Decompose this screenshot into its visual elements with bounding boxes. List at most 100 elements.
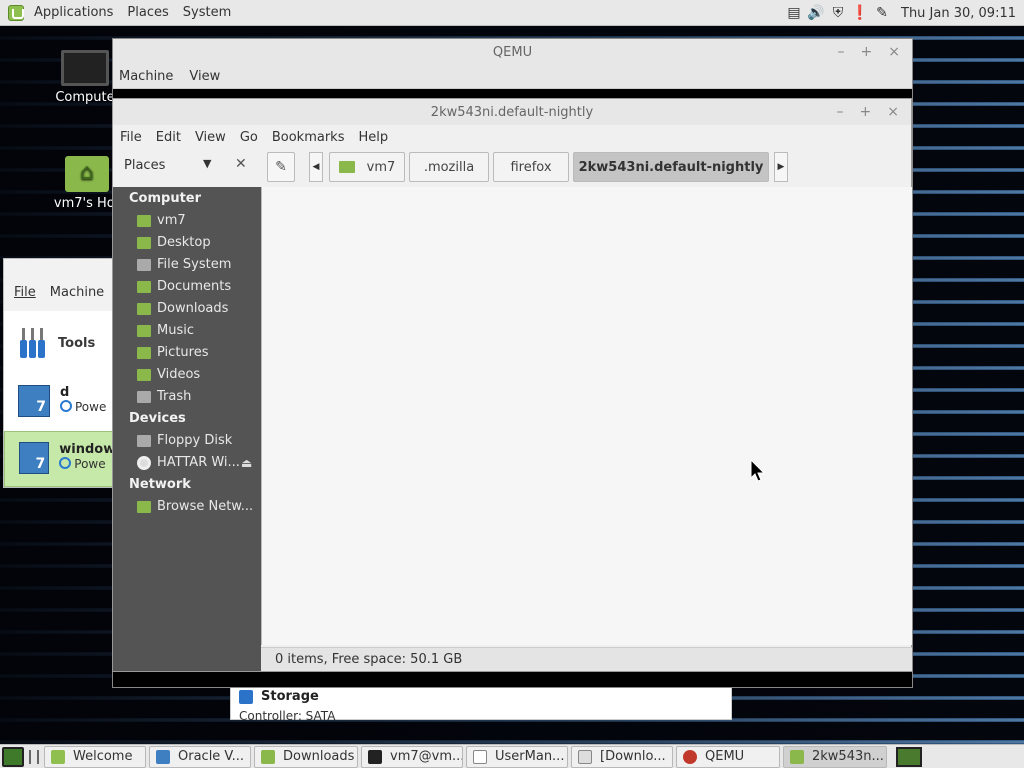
taskbar-oracle-vbox[interactable]: Oracle V... xyxy=(149,745,251,768)
network-icon[interactable]: ▤ xyxy=(785,4,803,22)
taskbar-downloads[interactable]: Downloads xyxy=(254,745,358,768)
folder-icon xyxy=(137,346,151,359)
taskbar-downloads-2[interactable]: [Downlo... xyxy=(571,745,673,768)
workspace-switcher[interactable] xyxy=(896,746,922,767)
taskbar-usermanual[interactable]: UserMan... xyxy=(466,745,568,768)
taskbar-welcome[interactable]: Welcome xyxy=(44,745,146,768)
maximize-button[interactable]: + xyxy=(861,44,873,60)
breadcrumb-mozilla[interactable]: .mozilla xyxy=(409,152,489,182)
edit-location-button[interactable]: ✎ xyxy=(267,152,295,182)
vm-list-item-selected[interactable]: 7 windows Powe xyxy=(4,431,124,487)
virtualbox-icon xyxy=(156,749,170,764)
chevron-down-icon[interactable]: ▼ xyxy=(203,157,211,170)
top-panel: Applications Places System ▤ 🔊 ⛨ ❗ ✎ Thu… xyxy=(0,0,1024,26)
pencil-icon: ✎ xyxy=(275,159,287,175)
close-button[interactable]: × xyxy=(888,44,900,60)
qemu-machine-menu[interactable]: Machine xyxy=(119,69,173,84)
file-manager-window: 2kw543ni.default-nightly – + × File Edit… xyxy=(112,98,912,672)
floppy-icon xyxy=(137,434,151,447)
sidebar-header-network: Network xyxy=(129,477,191,492)
breadcrumb-vm7[interactable]: vm7 xyxy=(329,152,405,182)
system-menu[interactable]: System xyxy=(176,5,238,20)
maximize-button[interactable]: + xyxy=(860,104,872,120)
sidebar-item-documents[interactable]: Documents xyxy=(137,279,231,294)
sidebar-item-browse-network[interactable]: Browse Netw... xyxy=(137,499,253,514)
status-bar: 0 items, Free space: 50.1 GB xyxy=(261,647,912,671)
sidebar-item-filesystem[interactable]: File System xyxy=(137,257,231,272)
sidebar-item-pictures[interactable]: Pictures xyxy=(137,345,208,360)
vm-name: d xyxy=(60,385,70,400)
home-folder-icon xyxy=(65,156,109,192)
taskbar-file-manager[interactable]: 2kw543n... xyxy=(783,745,887,768)
menu-help[interactable]: Help xyxy=(358,130,388,145)
sidebar-item-vm7[interactable]: vm7 xyxy=(137,213,186,228)
show-desktop-icon[interactable] xyxy=(2,746,24,767)
trash-icon xyxy=(137,390,151,403)
folder-icon xyxy=(261,749,275,764)
taskbar-qemu[interactable]: QEMU xyxy=(676,745,780,768)
eject-icon[interactable]: ⏏ xyxy=(241,456,252,470)
places-sidebar: Computer vm7 Desktop File System Documen… xyxy=(113,187,261,671)
breadcrumb-firefox[interactable]: firefox xyxy=(493,152,569,182)
folder-icon xyxy=(790,749,804,764)
vm-state: Powe xyxy=(75,400,107,414)
disc-icon xyxy=(137,455,151,470)
home-folder-icon xyxy=(338,161,355,173)
desktop-folder-icon xyxy=(137,236,151,249)
clock[interactable]: Thu Jan 30, 09:11 xyxy=(901,6,1016,21)
vm-list-item[interactable]: 7 d Powe xyxy=(4,375,124,431)
places-menu[interactable]: Places xyxy=(120,5,175,20)
folder-icon xyxy=(137,324,151,337)
sidebar-item-trash[interactable]: Trash xyxy=(137,389,191,404)
vbox-file-menu[interactable]: File xyxy=(14,285,36,300)
vm-details-storage: Storage Controller: SATA xyxy=(230,686,732,723)
minimize-button[interactable]: – xyxy=(838,44,845,60)
fm-toolbar: Places ▼ ✕ ✎ ◀ vm7 .mozilla firefox 2kw5… xyxy=(113,149,913,187)
file-view[interactable] xyxy=(261,187,912,645)
crumb-scroll-left-button[interactable]: ◀ xyxy=(309,152,323,182)
sidebar-item-floppy[interactable]: Floppy Disk xyxy=(137,433,232,448)
close-button[interactable]: × xyxy=(887,104,899,120)
sidebar-item-downloads[interactable]: Downloads xyxy=(137,301,228,316)
vm-state: Powe xyxy=(74,457,106,471)
windows7-vm-icon: 7 xyxy=(19,442,50,474)
vbox-tools-item[interactable]: Tools xyxy=(4,311,124,375)
menu-go[interactable]: Go xyxy=(240,130,258,145)
storage-title: Storage xyxy=(261,689,319,704)
fm-titlebar[interactable]: 2kw543ni.default-nightly – + × xyxy=(113,99,911,125)
volume-icon[interactable]: 🔊 xyxy=(807,4,825,22)
arrow-right-icon: ▶ xyxy=(777,162,785,172)
taskbar-terminal[interactable]: vm7@vm... xyxy=(361,745,463,768)
pen-icon[interactable]: ✎ xyxy=(873,4,891,22)
qemu-view-menu[interactable]: View xyxy=(189,69,220,84)
close-sidebar-icon[interactable]: ✕ xyxy=(235,156,247,172)
sidebar-item-desktop[interactable]: Desktop xyxy=(137,235,211,250)
applications-menu[interactable]: Applications xyxy=(27,5,120,20)
crumb-scroll-right-button[interactable]: ▶ xyxy=(774,152,788,182)
sidebar-item-videos[interactable]: Videos xyxy=(137,367,200,382)
sidebar-item-optical[interactable]: HATTAR Wi... xyxy=(137,455,240,470)
storage-controller: Controller: SATA xyxy=(239,709,336,723)
mint-icon xyxy=(51,749,65,764)
folder-icon xyxy=(137,280,151,293)
places-selector[interactable]: Places xyxy=(124,158,165,173)
qemu-icon xyxy=(683,749,697,764)
folder-icon xyxy=(137,302,151,315)
alert-icon[interactable]: ❗ xyxy=(851,4,869,22)
breadcrumb-current[interactable]: 2kw543ni.default-nightly xyxy=(573,152,769,182)
minimize-button[interactable]: – xyxy=(837,104,844,120)
arrow-left-icon: ◀ xyxy=(312,162,320,172)
power-off-icon xyxy=(60,400,72,412)
tools-icon xyxy=(20,328,45,358)
menu-file[interactable]: File xyxy=(120,130,142,145)
sidebar-item-music[interactable]: Music xyxy=(137,323,194,338)
menu-view[interactable]: View xyxy=(195,130,226,145)
windows7-vm-icon: 7 xyxy=(18,385,50,417)
menu-edit[interactable]: Edit xyxy=(156,130,181,145)
qemu-titlebar[interactable]: QEMU – + × xyxy=(113,39,912,65)
update-shield-icon[interactable]: ⛨ xyxy=(829,4,847,22)
menu-bookmarks[interactable]: Bookmarks xyxy=(272,130,345,145)
mint-menu-icon[interactable] xyxy=(8,4,24,21)
vbox-machine-menu[interactable]: Machine xyxy=(50,285,104,300)
taskbar: Welcome Oracle V... Downloads vm7@vm... … xyxy=(0,744,1024,768)
